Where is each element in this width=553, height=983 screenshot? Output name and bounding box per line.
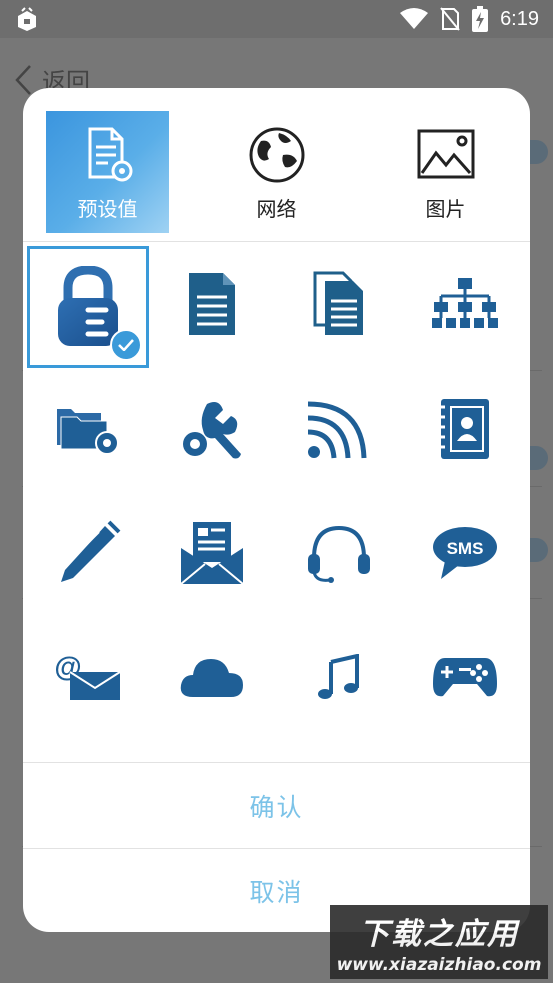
tab-bar: 预设值 网络 图片 — [23, 88, 530, 241]
icon-option-headset[interactable] — [278, 492, 400, 614]
icon-option-lock[interactable] — [27, 246, 149, 368]
icon-option-email[interactable]: @ — [27, 616, 149, 738]
watermark-title: 下载之应用 — [359, 917, 519, 952]
toggle-edge — [530, 538, 548, 562]
wifi-icon — [400, 8, 429, 29]
divider — [23, 241, 530, 242]
wrench-gear-icon — [183, 402, 241, 459]
icon-option-folder-settings[interactable] — [27, 368, 149, 490]
battery-charging-icon — [472, 6, 489, 32]
email-at-icon: @ — [54, 652, 121, 700]
icon-option-pen[interactable] — [27, 492, 149, 614]
rss-icon — [307, 401, 367, 459]
watermark: 下载之应用 www.xiazaizhiao.com — [330, 905, 548, 979]
tab-label: 网络 — [256, 197, 297, 221]
document-icon — [189, 273, 235, 335]
icon-option-document[interactable] — [151, 243, 273, 365]
toggle-edge — [530, 140, 548, 164]
icon-option-rss[interactable] — [278, 368, 400, 490]
folder-settings-icon — [57, 409, 119, 455]
icon-option-contacts-book[interactable] — [404, 368, 526, 490]
headset-icon — [308, 525, 370, 583]
icon-option-sms[interactable]: SMS — [404, 492, 526, 614]
icon-option-documents[interactable] — [278, 243, 400, 365]
contacts-book-icon — [439, 399, 489, 459]
tab-label: 图片 — [425, 197, 466, 221]
tab-label: 预设值 — [77, 197, 138, 221]
icon-picker-dialog: 预设值 网络 图片 SMS @ 确认 取消 — [23, 88, 530, 932]
divider — [23, 762, 530, 763]
icon-option-envelope-letter[interactable] — [151, 492, 273, 614]
globe-icon — [249, 127, 304, 183]
documents-icon — [313, 271, 363, 335]
gamepad-icon — [433, 658, 497, 697]
cloud-icon — [180, 659, 243, 697]
document-gear-icon — [88, 127, 132, 182]
pen-icon — [61, 520, 121, 582]
icon-option-sitemap[interactable] — [404, 243, 526, 365]
status-bar: 6:19 — [0, 0, 553, 38]
sms-label: SMS — [447, 539, 484, 558]
tab-images[interactable]: 图片 — [384, 111, 507, 233]
image-icon — [417, 129, 474, 179]
tab-presets[interactable]: 预设值 — [46, 111, 169, 233]
no-sim-icon — [440, 7, 460, 31]
icon-option-gamepad[interactable] — [404, 616, 526, 738]
icon-grid: SMS @ — [23, 243, 530, 763]
tab-network[interactable]: 网络 — [215, 111, 338, 233]
watermark-url: www.xiazaizhiao.com — [336, 955, 542, 975]
sms-bubble-icon: SMS — [433, 527, 497, 579]
envelope-letter-icon — [180, 522, 244, 585]
music-note-icon — [318, 654, 359, 699]
sitemap-icon — [432, 278, 498, 328]
confirm-button[interactable]: 确认 — [23, 764, 530, 848]
toggle-edge — [530, 446, 548, 470]
icon-option-cloud[interactable] — [151, 616, 273, 738]
app-notification-icon — [18, 7, 36, 31]
icon-option-music[interactable] — [278, 616, 400, 738]
clock: 6:19 — [500, 7, 539, 30]
icon-option-wrench-gear[interactable] — [151, 368, 273, 490]
selected-check-icon — [110, 329, 142, 361]
